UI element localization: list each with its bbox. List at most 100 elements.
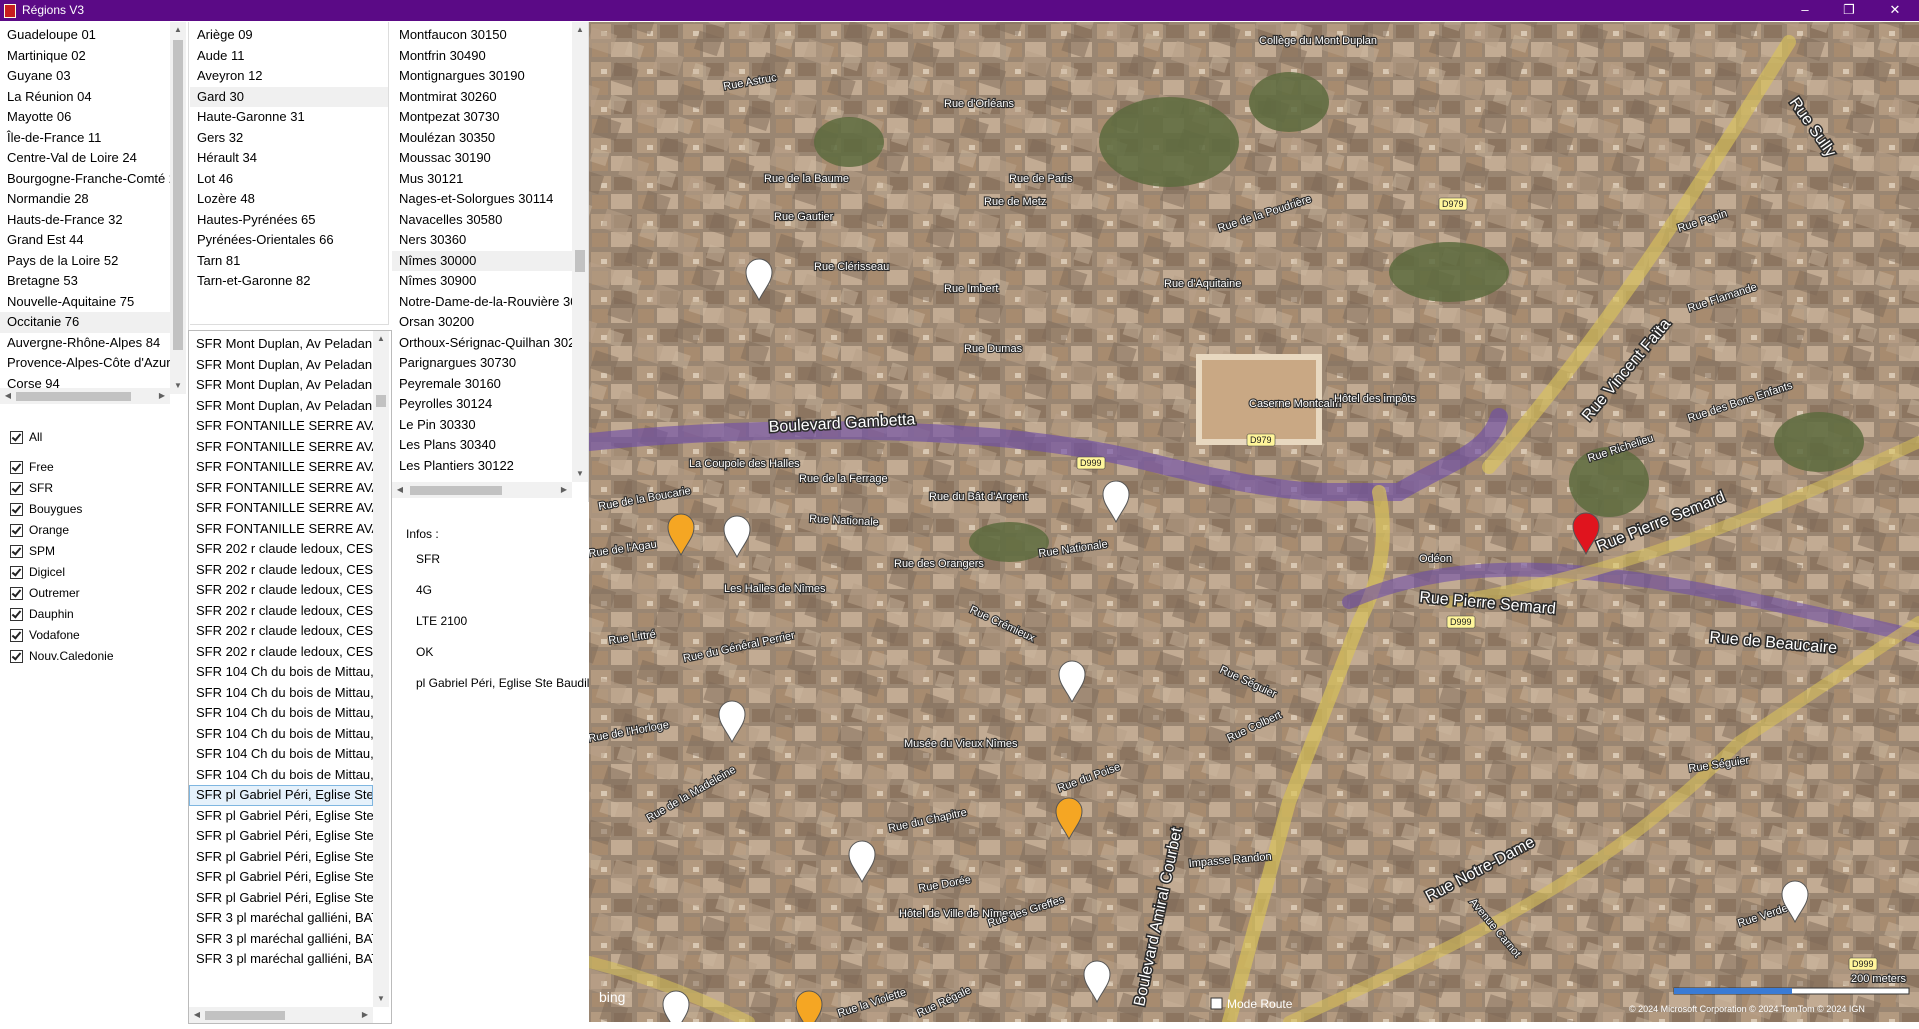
region-item[interactable]: Normandie 28 xyxy=(0,189,170,210)
site-item[interactable]: SFR pl Gabriel Péri, Eglise Ste Bau xyxy=(189,847,373,868)
region-item[interactable]: Bretagne 53 xyxy=(0,271,170,292)
site-item[interactable]: SFR FONTANILLE SERRE AVAOUS, xyxy=(189,519,373,540)
region-item[interactable]: Occitanie 76 xyxy=(0,312,170,333)
scroll-left-icon[interactable]: ◀ xyxy=(0,388,16,404)
site-item[interactable]: SFR 104 Ch du bois de Mittau, im xyxy=(189,744,373,765)
site-item[interactable]: SFR 202 r claude ledoux, CESAR H xyxy=(189,580,373,601)
site-item[interactable]: SFR 202 r claude ledoux, CESAR H xyxy=(189,642,373,663)
site-item[interactable]: SFR Mont Duplan, Av Peladan, circ xyxy=(189,375,373,396)
department-item[interactable]: Hautes-Pyrénées 65 xyxy=(190,210,388,231)
region-item[interactable]: Pays de la Loire 52 xyxy=(0,251,170,272)
region-item[interactable]: Provence-Alpes-Côte d'Azur 93 xyxy=(0,353,170,374)
scroll-down-icon[interactable]: ▼ xyxy=(373,991,389,1007)
department-item[interactable]: Hérault 34 xyxy=(190,148,388,169)
site-item[interactable]: SFR 104 Ch du bois de Mittau, im xyxy=(189,703,373,724)
site-item[interactable]: SFR 202 r claude ledoux, CESAR H xyxy=(189,539,373,560)
communes-vscroll[interactable]: ▲ ▼ xyxy=(572,22,588,482)
scroll-up-icon[interactable]: ▲ xyxy=(170,22,186,38)
checkbox-icon[interactable] xyxy=(10,649,23,663)
operator-checkbox[interactable]: Dauphin xyxy=(10,605,74,623)
region-item[interactable]: Mayotte 06 xyxy=(0,107,170,128)
regions-list[interactable]: Guadeloupe 01 Martinique 02 Guyane 03 La Ré… xyxy=(0,25,170,392)
commune-item[interactable]: Montpezat 30730 xyxy=(392,107,572,128)
scroll-up-icon[interactable]: ▲ xyxy=(572,22,588,38)
department-item[interactable]: Tarn-et-Garonne 82 xyxy=(190,271,388,292)
scroll-thumb[interactable] xyxy=(16,392,131,401)
checkbox-icon[interactable] xyxy=(10,607,23,621)
checkbox-icon[interactable] xyxy=(10,481,23,495)
site-item[interactable]: SFR Mont Duplan, Av Peladan, circ xyxy=(189,396,373,417)
scroll-right-icon[interactable]: ▶ xyxy=(357,1007,373,1023)
checkbox-icon[interactable] xyxy=(10,460,23,474)
scroll-thumb[interactable] xyxy=(205,1011,285,1020)
region-item[interactable]: La Réunion 04 xyxy=(0,87,170,108)
scroll-right-icon[interactable]: ▶ xyxy=(154,388,170,404)
departments-list[interactable]: Ariège 09 Aude 11 Aveyron 12 Gard 30 Haute-G… xyxy=(190,25,388,320)
commune-item[interactable]: Nîmes 30000 xyxy=(392,250,572,271)
region-item[interactable]: Bourgogne-Franche-Comté 27 xyxy=(0,169,170,190)
commune-item[interactable]: Les Plans 30340 xyxy=(392,435,572,456)
regions-hscroll[interactable]: ◀ ▶ xyxy=(0,388,170,404)
site-item[interactable]: SFR 202 r claude ledoux, CESAR H xyxy=(189,560,373,581)
communes-list[interactable]: Montfaucon 30150 Montfrin 30490 Montignarg… xyxy=(392,25,572,480)
department-item[interactable]: Aveyron 12 xyxy=(190,66,388,87)
site-item[interactable]: SFR 3 pl maréchal galliéni, BAT A xyxy=(189,908,373,929)
department-item[interactable]: Pyrénées-Orientales 66 xyxy=(190,230,388,251)
minimize-button[interactable]: – xyxy=(1783,0,1827,21)
scroll-thumb[interactable] xyxy=(173,40,183,350)
department-item[interactable]: Aude 11 xyxy=(190,46,388,67)
checkbox-icon[interactable] xyxy=(10,628,23,642)
sites-list[interactable]: SFR Mont Duplan, Av Peladan, circSFR Mon… xyxy=(189,334,373,1004)
aerial-map[interactable]: Boulevard Gambetta Rue Pierre Semard Rue… xyxy=(589,22,1919,1022)
site-item[interactable]: SFR Mont Duplan, Av Peladan, circ xyxy=(189,334,373,355)
site-item[interactable]: SFR 104 Ch du bois de Mittau, im xyxy=(189,662,373,683)
department-item[interactable]: Lot 46 xyxy=(190,169,388,190)
operator-checkbox[interactable]: Digicel xyxy=(10,563,65,581)
checkbox-icon[interactable] xyxy=(10,586,23,600)
operator-checkbox[interactable]: Outremer xyxy=(10,584,80,602)
communes-hscroll[interactable]: ◀ ▶ xyxy=(392,482,572,498)
department-item[interactable]: Ariège 09 xyxy=(190,25,388,46)
checkbox-icon[interactable] xyxy=(10,502,23,516)
close-button[interactable]: ✕ xyxy=(1873,0,1917,21)
department-item[interactable]: Tarn 81 xyxy=(190,251,388,272)
operator-checkbox[interactable]: Orange xyxy=(10,521,69,539)
commune-item[interactable]: Peyrolles 30124 xyxy=(392,394,572,415)
site-item[interactable]: SFR 202 r claude ledoux, CESAR H xyxy=(189,621,373,642)
site-item[interactable]: SFR 104 Ch du bois de Mittau, im xyxy=(189,765,373,786)
scroll-thumb[interactable] xyxy=(410,486,502,495)
checkbox-icon[interactable] xyxy=(10,544,23,558)
commune-item[interactable]: Les Plantiers 30122 xyxy=(392,456,572,477)
operator-checkbox[interactable]: Free xyxy=(10,458,54,476)
site-item[interactable]: SFR pl Gabriel Péri, Eglise Ste Bau xyxy=(189,785,373,806)
region-item[interactable]: Centre-Val de Loire 24 xyxy=(0,148,170,169)
site-item[interactable]: SFR Mont Duplan, Av Peladan, circ xyxy=(189,355,373,376)
operator-checkbox[interactable]: All xyxy=(10,428,42,446)
white-map-pin-icon[interactable] xyxy=(662,990,690,1022)
operator-checkbox[interactable]: Bouygues xyxy=(10,500,82,518)
operator-checkbox[interactable]: Vodafone xyxy=(10,626,80,644)
region-item[interactable]: Île-de-France 11 xyxy=(0,128,170,149)
commune-item[interactable]: Nages-et-Solorgues 30114 xyxy=(392,189,572,210)
commune-item[interactable]: Montfrin 30490 xyxy=(392,46,572,67)
checkbox-icon[interactable] xyxy=(10,523,23,537)
site-item[interactable]: SFR FONTANILLE SERRE AVAOUS, xyxy=(189,457,373,478)
commune-item[interactable]: Le Pin 30330 xyxy=(392,415,572,436)
commune-item[interactable]: Montmirat 30260 xyxy=(392,87,572,108)
site-item[interactable]: SFR FONTANILLE SERRE AVAOUS, xyxy=(189,416,373,437)
commune-item[interactable]: Mus 30121 xyxy=(392,169,572,190)
commune-item[interactable]: Moussac 30190 xyxy=(392,148,572,169)
operator-checkbox[interactable]: SFR xyxy=(10,479,53,497)
scroll-up-icon[interactable]: ▲ xyxy=(373,331,389,347)
sites-hscroll[interactable]: ◀ ▶ xyxy=(189,1007,373,1023)
site-item[interactable]: SFR 202 r claude ledoux, CESAR H xyxy=(189,601,373,622)
department-item[interactable]: Gers 32 xyxy=(190,128,388,149)
site-item[interactable]: SFR pl Gabriel Péri, Eglise Ste Bau xyxy=(189,888,373,909)
scroll-left-icon[interactable]: ◀ xyxy=(392,482,408,498)
checkbox-icon[interactable] xyxy=(10,565,23,579)
site-item[interactable]: SFR 3 pl maréchal galliéni, BAT A xyxy=(189,949,373,970)
site-item[interactable]: SFR pl Gabriel Péri, Eglise Ste Bau xyxy=(189,806,373,827)
commune-item[interactable]: Peyremale 30160 xyxy=(392,374,572,395)
scroll-right-icon[interactable]: ▶ xyxy=(556,482,572,498)
commune-item[interactable]: Navacelles 30580 xyxy=(392,210,572,231)
